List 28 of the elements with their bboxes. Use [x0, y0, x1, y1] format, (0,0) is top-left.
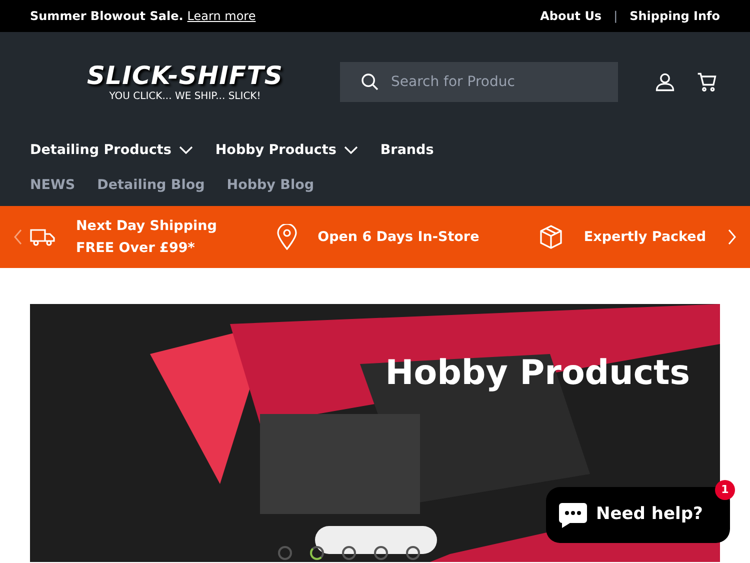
nav-link[interactable]: Detailing Products — [30, 140, 194, 160]
learn-more-link[interactable]: Learn more — [187, 7, 256, 25]
nav-link[interactable]: Hobby Blog — [226, 174, 314, 196]
nav-link[interactable]: Hobby Products — [215, 140, 358, 160]
shipping-info-link[interactable]: Shipping Info — [630, 7, 720, 25]
search-field[interactable]: Search for Produc — [340, 62, 618, 102]
separator: | — [614, 8, 618, 25]
location-pin-icon — [276, 224, 298, 250]
usp-text: Next Day Shipping — [76, 217, 217, 236]
usp-text: FREE Over £99* — [76, 239, 196, 258]
nav-link[interactable]: NEWS — [30, 174, 76, 196]
about-us-link[interactable]: About Us — [540, 7, 602, 25]
logo-text[interactable]: SLICK-SHIFTS — [86, 62, 284, 88]
usp-text: Open 6 Days In-Store — [318, 228, 480, 247]
account-icon[interactable] — [654, 71, 676, 93]
logo-tagline: YOU CLICK... WE SHIP... SLICK! — [109, 92, 261, 102]
usp-text: Expertly Packed — [584, 228, 706, 247]
chevron-right-icon[interactable] — [726, 228, 738, 246]
nav-link[interactable]: Detailing Blog — [97, 174, 205, 196]
notification-badge: 1 — [715, 480, 735, 500]
cart-icon[interactable] — [696, 71, 718, 93]
hero-heading: Hobby Products — [385, 356, 690, 390]
box-icon — [538, 224, 564, 250]
announcement-text: Summer Blowout Sale. — [30, 8, 184, 25]
truck-icon — [30, 227, 56, 247]
chat-bubble-icon — [558, 501, 588, 529]
nav-link[interactable]: Brands — [380, 140, 434, 160]
search-icon — [360, 72, 380, 92]
